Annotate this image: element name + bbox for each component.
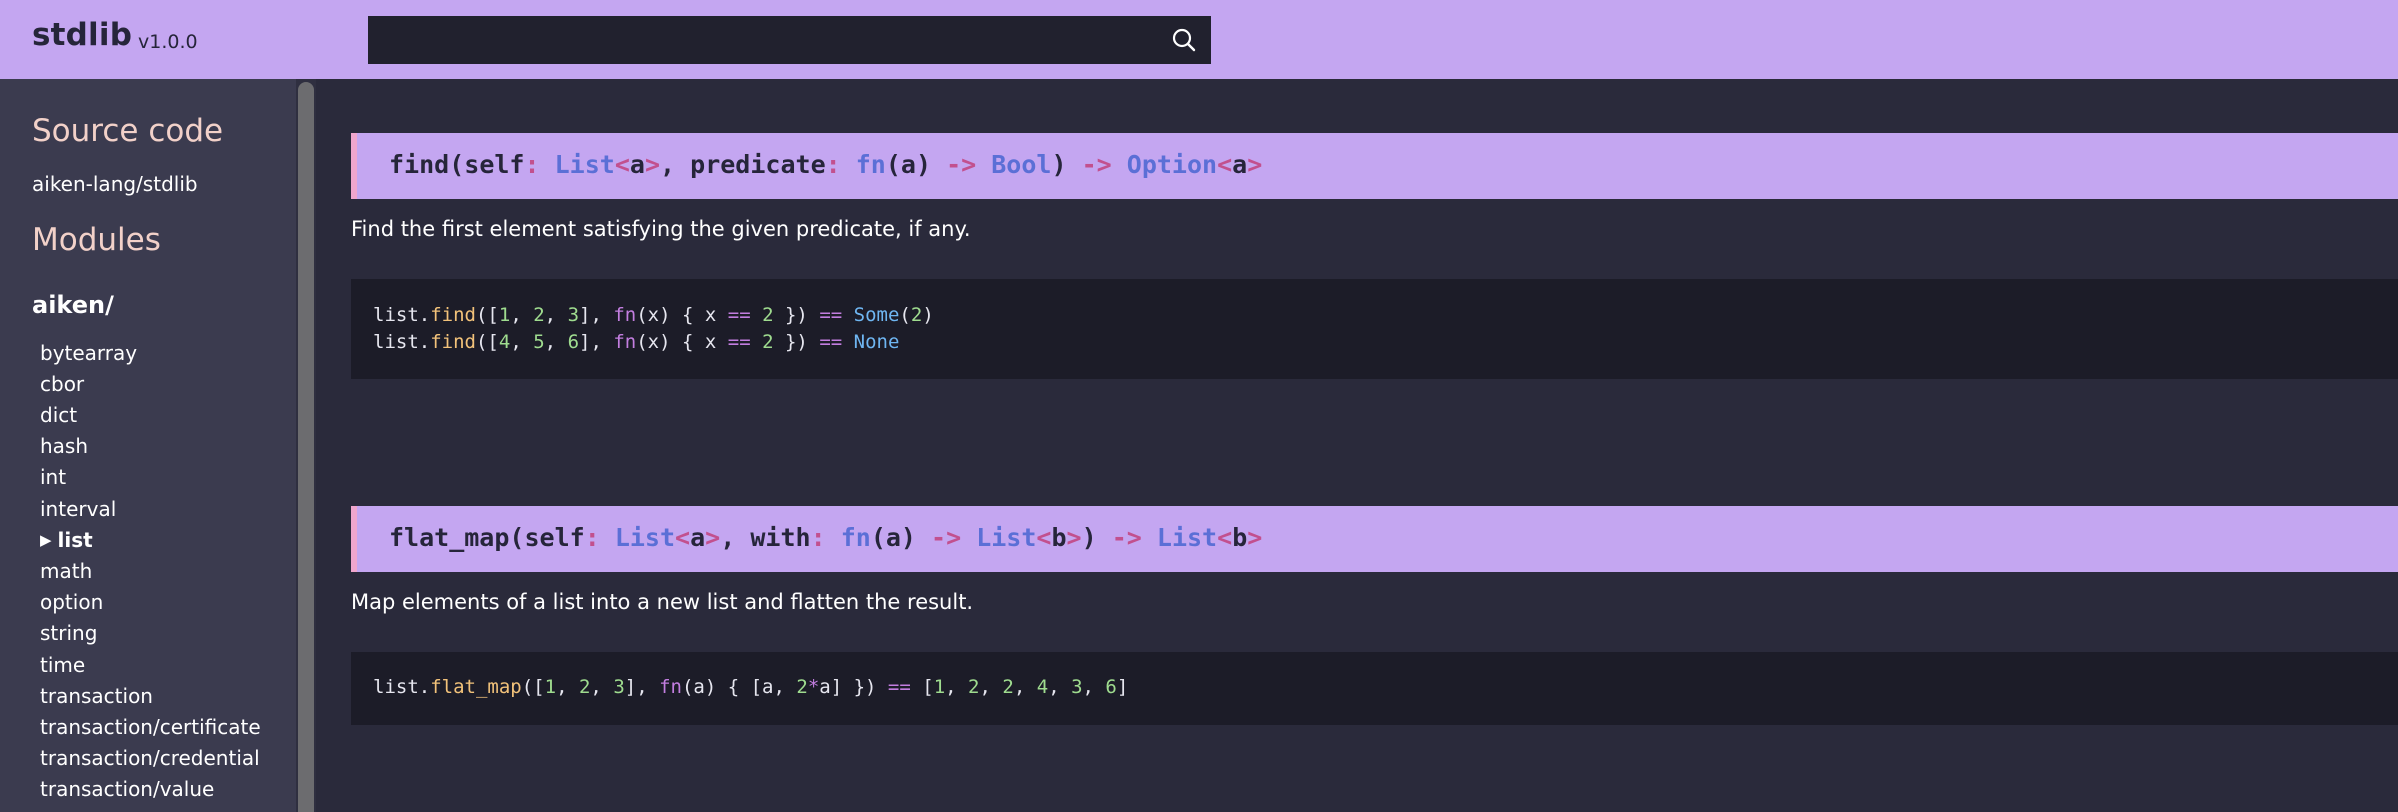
- sig-punct: >: [1066, 523, 1082, 552]
- sig-type[interactable]: List: [555, 150, 615, 179]
- code-example-find: list.find([1, 2, 3], fn(x) { x == 2 }) =…: [351, 279, 2398, 379]
- sig-colon: :: [584, 523, 600, 552]
- function-name[interactable]: flat_map: [389, 523, 509, 552]
- sig-type-var: b: [1051, 523, 1067, 552]
- sig-arrow: ->: [1111, 523, 1142, 552]
- function-description-find: Find the first element satisfying the gi…: [351, 217, 971, 241]
- sig-args: (a): [870, 523, 916, 552]
- sig-colon: :: [810, 523, 826, 552]
- module-link-transaction-certificate[interactable]: transaction/certificate: [40, 715, 261, 739]
- sig-punct: (: [509, 523, 525, 552]
- sig-arrow: ->: [1081, 150, 1112, 179]
- module-link-transaction-value[interactable]: transaction/value: [40, 777, 214, 801]
- sig-punct: (: [449, 150, 465, 179]
- module-link-label: list: [57, 528, 93, 552]
- sig-punct: <: [1217, 150, 1233, 179]
- sig-type-var: a: [690, 523, 706, 552]
- sig-keyword: fn: [855, 150, 886, 179]
- sig-punct: <: [1217, 523, 1233, 552]
- module-link-list[interactable]: ▶ list: [40, 528, 93, 552]
- code-line: list.find([1, 2, 3], fn(x) { x == 2 }) =…: [373, 304, 934, 326]
- sig-punct: ,: [660, 150, 676, 179]
- sig-param: predicate: [690, 150, 826, 179]
- sig-type[interactable]: List: [615, 523, 675, 552]
- sig-param: self: [464, 150, 525, 179]
- sidebar: Source code aiken-lang/stdlib Modules ai…: [0, 79, 296, 812]
- module-link-option[interactable]: option: [40, 590, 103, 614]
- sig-type[interactable]: Option: [1127, 150, 1217, 179]
- function-name[interactable]: find: [389, 150, 449, 179]
- module-link-math[interactable]: math: [40, 559, 92, 583]
- sig-punct: <: [1036, 523, 1052, 552]
- module-link-transaction[interactable]: transaction: [40, 684, 153, 708]
- sig-type-var: a: [1232, 150, 1248, 179]
- search-bar[interactable]: [368, 16, 1211, 64]
- sig-punct: ): [1051, 150, 1067, 179]
- code-line: list.flat_map([1, 2, 3], fn(a) { [a, 2*a…: [373, 676, 1129, 698]
- sig-punct: >: [1247, 150, 1263, 179]
- top-bar: stdlib v1.0.0: [0, 0, 2398, 79]
- module-link-interval[interactable]: interval: [40, 497, 116, 521]
- sig-type[interactable]: List: [976, 523, 1036, 552]
- function-description-flat-map: Map elements of a list into a new list a…: [351, 590, 974, 614]
- sig-type[interactable]: List: [1157, 523, 1217, 552]
- brand-title[interactable]: stdlib: [32, 17, 132, 53]
- sig-args: (a): [885, 150, 932, 179]
- function-signature-flat-map: flat_map(self: List<a>, with: fn(a) -> L…: [351, 506, 2398, 572]
- sig-punct: ,: [720, 523, 736, 552]
- active-module-marker-icon: ▶: [40, 531, 52, 549]
- module-link-cbor[interactable]: cbor: [40, 372, 84, 396]
- sig-punct: >: [705, 523, 721, 552]
- signature-text: flat_map(self: List<a>, with: fn(a) -> L…: [389, 523, 1262, 552]
- modules-heading: Modules: [32, 222, 161, 258]
- search-input[interactable]: [368, 16, 1158, 64]
- sig-keyword: fn: [840, 523, 871, 552]
- sig-punct: <: [614, 150, 630, 179]
- module-link-time[interactable]: time: [40, 653, 85, 677]
- code-example-flat-map: list.flat_map([1, 2, 3], fn(a) { [a, 2*a…: [351, 652, 2398, 725]
- module-link-dict[interactable]: dict: [40, 403, 77, 427]
- function-signature-find: find(self: List<a>, predicate: fn(a) -> …: [351, 133, 2398, 199]
- sig-colon: :: [524, 150, 540, 179]
- sig-punct: ): [1081, 523, 1097, 552]
- source-code-heading: Source code: [32, 113, 224, 149]
- sig-type[interactable]: Bool: [991, 150, 1051, 179]
- sidebar-scrollbar-thumb[interactable]: [298, 82, 314, 812]
- sig-arrow: ->: [946, 150, 977, 179]
- sig-param: with: [750, 523, 811, 552]
- sig-arrow: ->: [931, 523, 962, 552]
- module-link-bytearray[interactable]: bytearray: [40, 341, 137, 365]
- module-link-string[interactable]: string: [40, 621, 97, 645]
- main-content: find(self: List<a>, predicate: fn(a) -> …: [316, 79, 2398, 812]
- sig-type-var: b: [1232, 523, 1248, 552]
- sig-punct: <: [675, 523, 691, 552]
- source-code-link[interactable]: aiken-lang/stdlib: [32, 172, 198, 196]
- version-label: v1.0.0: [138, 31, 198, 53]
- signature-text: find(self: List<a>, predicate: fn(a) -> …: [389, 150, 1262, 179]
- module-link-hash[interactable]: hash: [40, 434, 88, 458]
- module-group-aiken[interactable]: aiken/: [32, 291, 114, 319]
- module-link-int[interactable]: int: [40, 465, 66, 489]
- sig-punct: >: [644, 150, 661, 179]
- sig-colon: :: [825, 150, 841, 179]
- search-icon[interactable]: [1171, 27, 1197, 53]
- module-link-transaction-credential[interactable]: transaction/credential: [40, 746, 260, 770]
- sig-punct: >: [1247, 523, 1263, 552]
- code-line: list.find([4, 5, 6], fn(x) { x == 2 }) =…: [373, 331, 900, 353]
- sig-param: self: [524, 523, 585, 552]
- sig-type-var: a: [629, 150, 645, 179]
